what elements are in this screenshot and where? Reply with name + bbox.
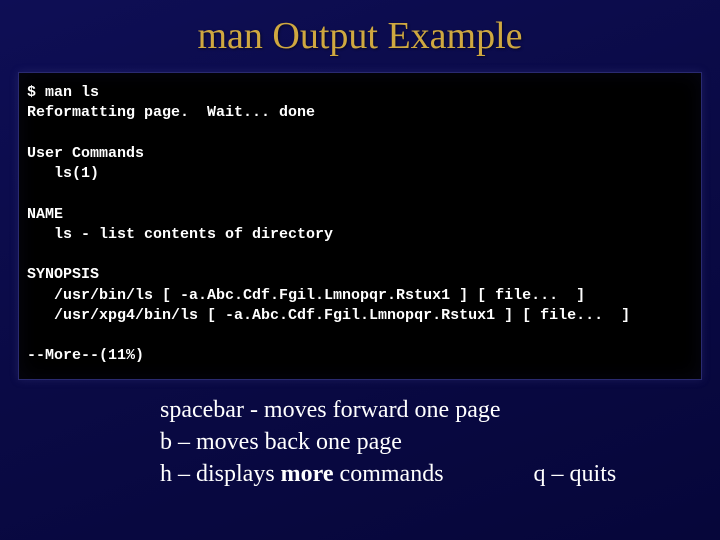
term-line: SYNOPSIS [27, 266, 99, 283]
key-hints: spacebar - moves forward one page b – mo… [160, 394, 720, 491]
hint-h-prefix: h – displays [160, 461, 281, 487]
term-line: User Commands [27, 145, 144, 162]
term-line: ls - list contents of directory [27, 226, 333, 243]
hint-q: q – quits [534, 461, 617, 487]
hint-h-q: h – displays more commands q – quits [160, 458, 720, 490]
hint-spacebar: spacebar - moves forward one page [160, 394, 720, 426]
term-line: Reformatting page. Wait... done [27, 104, 315, 121]
term-line: NAME [27, 206, 63, 223]
hint-b: b – moves back one page [160, 426, 720, 458]
term-line: $ man ls [27, 84, 99, 101]
term-line: ls(1) [27, 165, 99, 182]
term-line: --More--(11%) [27, 347, 144, 364]
slide: man Output Example $ man ls Reformatting… [0, 0, 720, 540]
term-line: /usr/bin/ls [ -a.Abc.Cdf.Fgil.Lmnopqr.Rs… [27, 287, 585, 304]
hint-h-suffix: commands [334, 461, 444, 487]
page-title: man Output Example [0, 0, 720, 58]
hint-h-bold: more [281, 461, 334, 487]
term-line: /usr/xpg4/bin/ls [ -a.Abc.Cdf.Fgil.Lmnop… [27, 307, 630, 324]
terminal-output: $ man ls Reformatting page. Wait... done… [18, 72, 702, 380]
